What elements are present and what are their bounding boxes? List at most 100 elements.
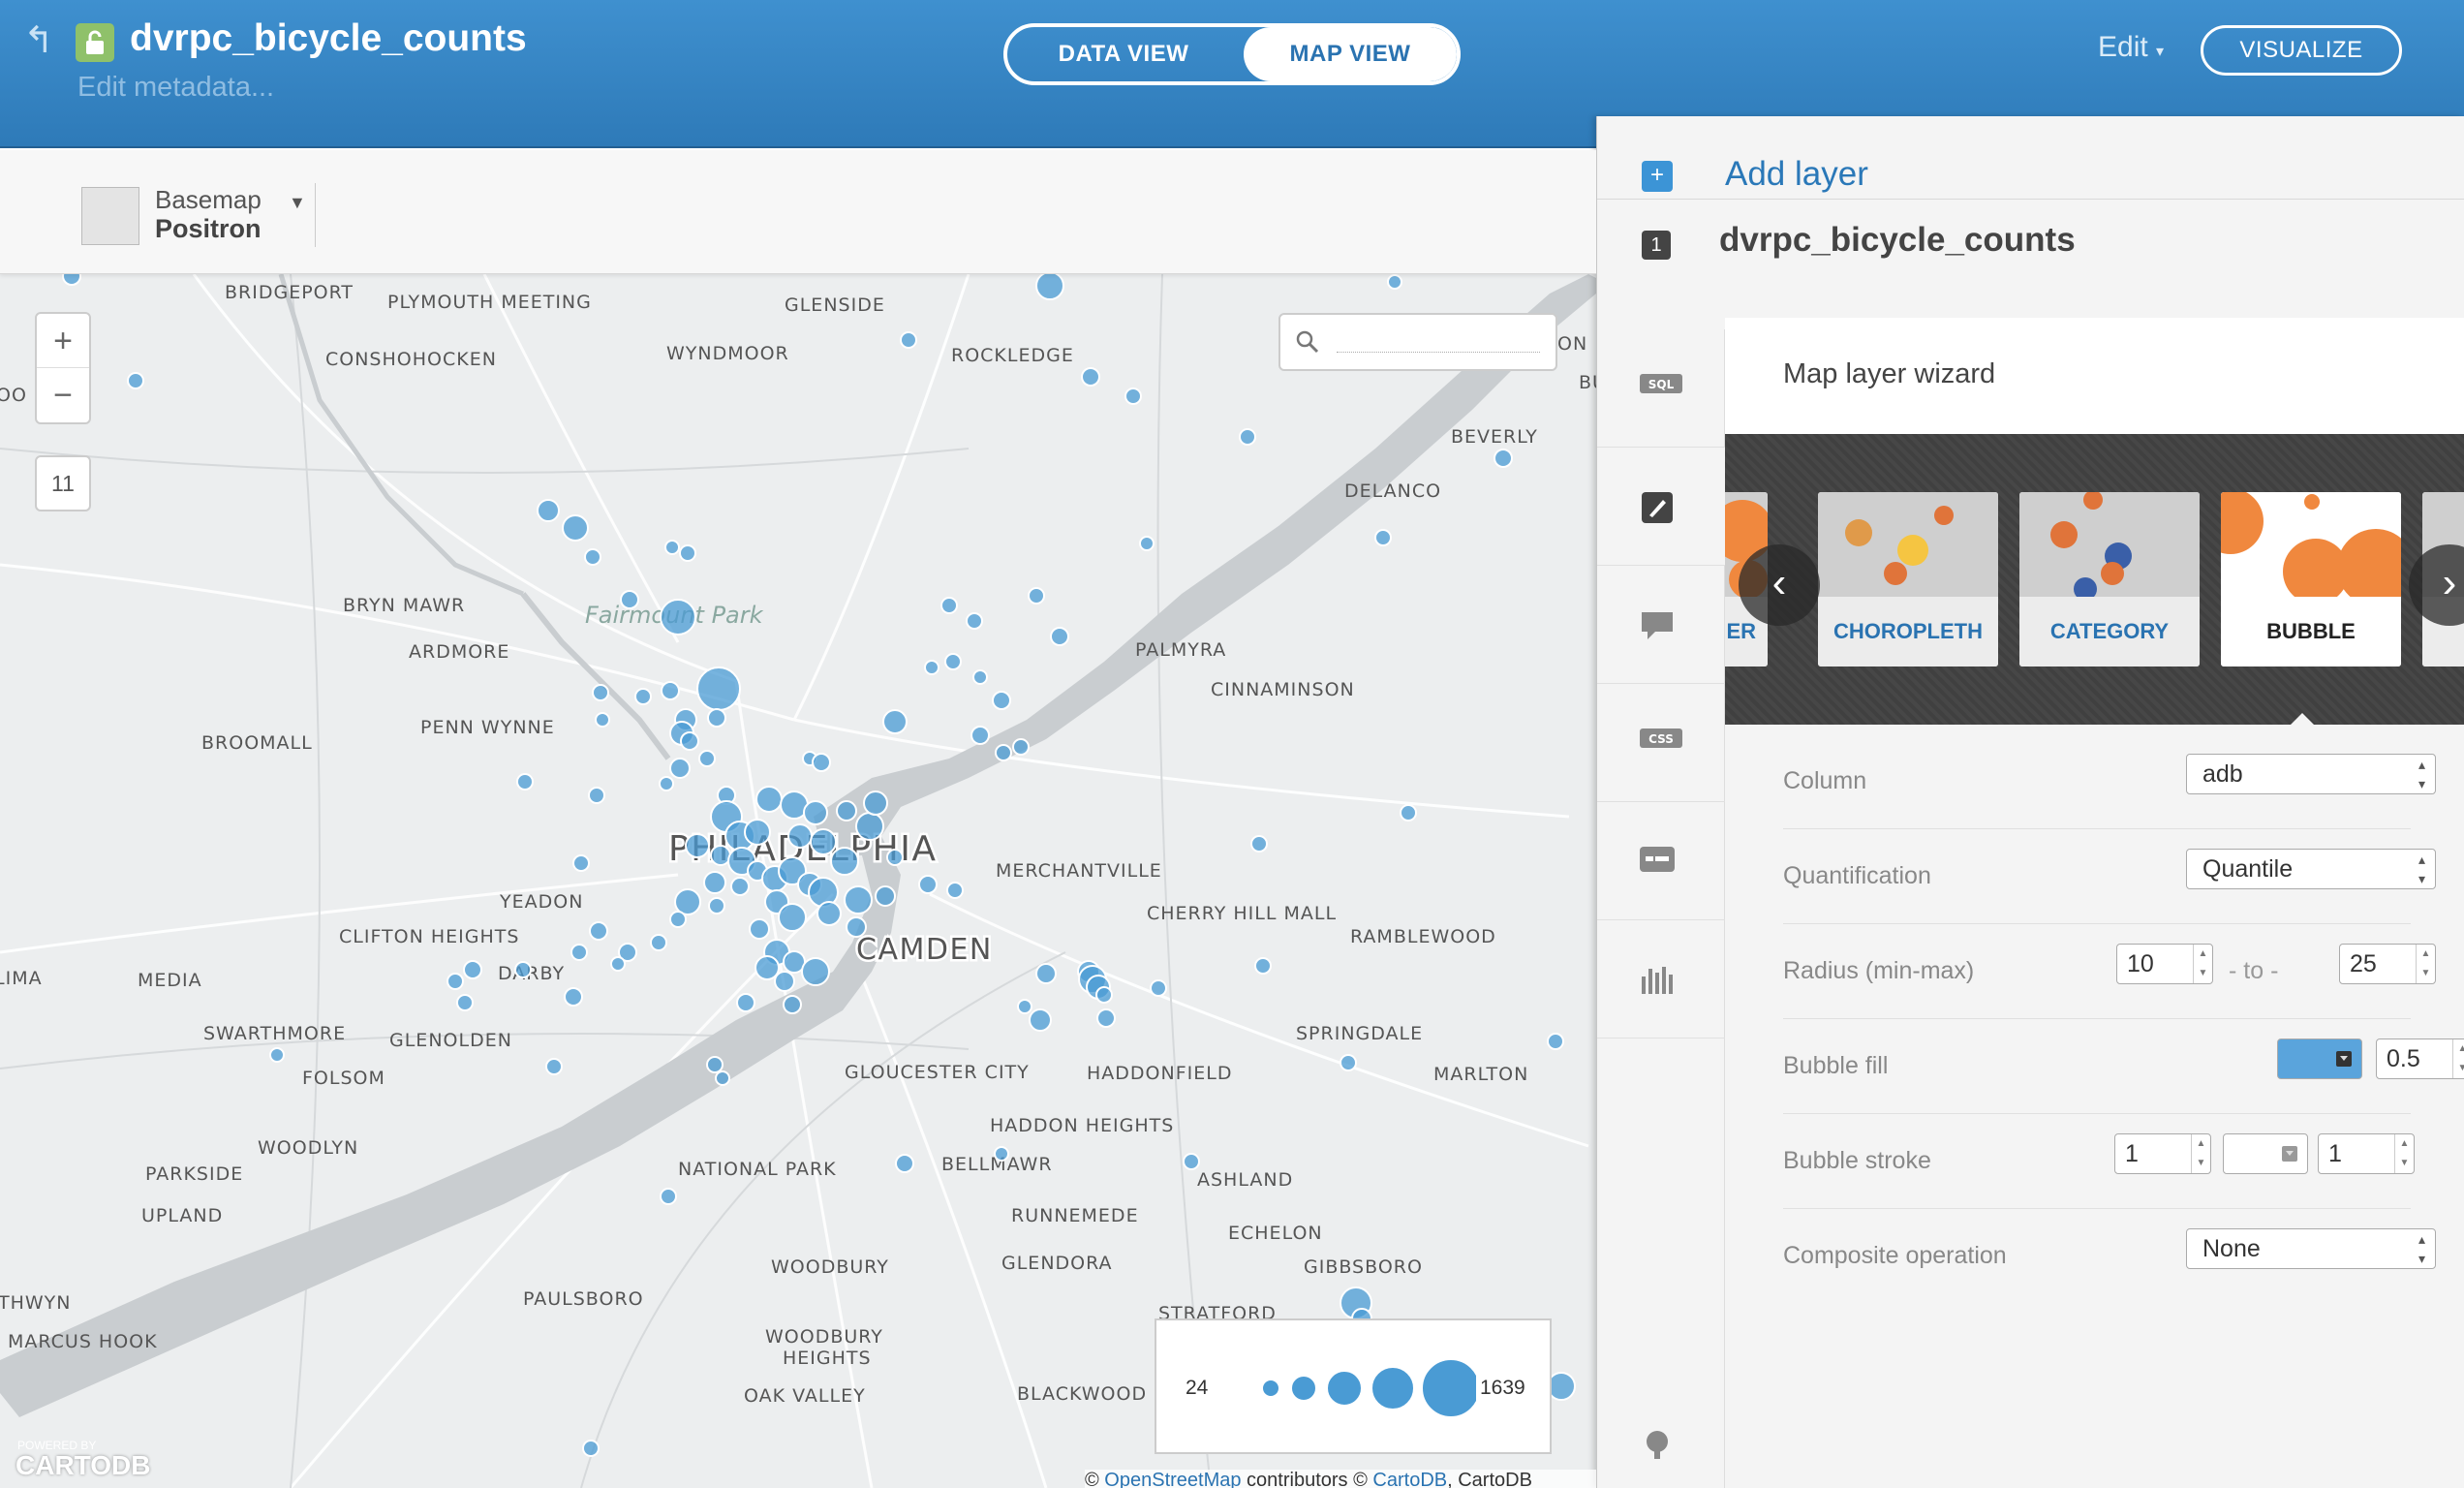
basemap-selector[interactable]: Positron bbox=[155, 214, 262, 244]
layer-name[interactable]: dvrpc_bicycle_counts bbox=[1719, 221, 2076, 260]
basemap-thumbnail[interactable] bbox=[81, 187, 139, 245]
sidebar-item-sql[interactable]: SQL bbox=[1597, 329, 1725, 448]
stepper-icon[interactable]: ▲ ▼ bbox=[2416, 945, 2435, 983]
map-bubble[interactable] bbox=[620, 590, 639, 609]
sidebar-item-css[interactable]: CSS bbox=[1597, 684, 1725, 802]
map-bubble[interactable] bbox=[924, 660, 939, 675]
radius-max-input[interactable]: 25 ▲ ▼ bbox=[2339, 944, 2436, 984]
map-bubble[interactable] bbox=[1254, 957, 1272, 975]
cartodb-link[interactable]: CartoDB bbox=[1372, 1470, 1447, 1488]
map-bubble[interactable] bbox=[1400, 804, 1417, 822]
map-bubble[interactable] bbox=[661, 681, 680, 700]
map-bubble[interactable] bbox=[1183, 1153, 1200, 1170]
map-bubble[interactable] bbox=[1374, 529, 1392, 546]
map-bubble[interactable] bbox=[463, 960, 482, 979]
map-bubble[interactable] bbox=[1017, 999, 1032, 1014]
map-bubble[interactable] bbox=[875, 885, 896, 907]
carousel-prev-button[interactable]: ‹ bbox=[1739, 544, 1820, 626]
map-bubble[interactable] bbox=[846, 916, 867, 938]
map-bubble[interactable] bbox=[1035, 274, 1064, 300]
map-bubble[interactable] bbox=[708, 897, 725, 914]
map-bubble[interactable] bbox=[715, 1070, 730, 1086]
osm-link[interactable]: OpenStreetMap bbox=[1104, 1470, 1241, 1488]
fill-color-picker[interactable] bbox=[2277, 1038, 2362, 1079]
cartodb-logo[interactable]: CARTODB bbox=[15, 1450, 150, 1481]
edit-menu[interactable]: Edit ▾ bbox=[2098, 31, 2164, 64]
stepper-icon[interactable]: ▲ ▼ bbox=[2193, 945, 2212, 983]
edit-metadata-link[interactable]: Edit metadata... bbox=[77, 72, 274, 104]
zoom-out-button[interactable]: − bbox=[37, 368, 89, 422]
map-bubble[interactable] bbox=[570, 944, 588, 961]
map-bubble[interactable] bbox=[269, 1047, 285, 1063]
map-bubble[interactable] bbox=[589, 921, 608, 941]
map-bubble[interactable] bbox=[680, 731, 699, 751]
viz-type-category[interactable]: CATEGORY bbox=[2019, 492, 2200, 666]
map-bubble[interactable] bbox=[679, 544, 696, 562]
stroke-opacity-input[interactable]: 1 ▲ ▼ bbox=[2318, 1133, 2415, 1174]
map-bubble[interactable] bbox=[774, 971, 795, 992]
sidebar-item-legend[interactable] bbox=[1597, 802, 1725, 920]
map-bubble[interactable] bbox=[669, 758, 691, 779]
map-bubble[interactable] bbox=[588, 787, 605, 804]
map-bubble[interactable] bbox=[685, 833, 710, 858]
composite-select[interactable]: None ▴ ▾ bbox=[2186, 1228, 2436, 1269]
map-bubble[interactable] bbox=[1494, 449, 1513, 468]
map-bubble[interactable] bbox=[1050, 627, 1069, 646]
map-bubble[interactable] bbox=[514, 961, 532, 978]
stepper-icon[interactable]: ▲ ▼ bbox=[2394, 1134, 2414, 1173]
map-bubble[interactable] bbox=[886, 849, 904, 866]
map-bubble[interactable] bbox=[994, 1146, 1009, 1162]
map-bubble[interactable] bbox=[940, 597, 958, 614]
map-bubble[interactable] bbox=[634, 688, 652, 705]
table-title[interactable]: dvrpc_bicycle_counts bbox=[130, 17, 527, 60]
visualize-button[interactable]: VISUALIZE bbox=[2201, 25, 2402, 76]
map-bubble[interactable] bbox=[801, 957, 830, 986]
map-bubble[interactable] bbox=[992, 691, 1011, 710]
sidebar-item-wizard[interactable] bbox=[1597, 448, 1725, 566]
map-bubble[interactable] bbox=[669, 911, 687, 928]
quantification-select[interactable]: Quantile ▴ ▾ bbox=[2186, 849, 2436, 889]
add-layer-button[interactable]: + Add layer bbox=[1597, 116, 2464, 200]
map-bubble[interactable] bbox=[1012, 738, 1030, 756]
radius-min-input[interactable]: 10 ▲ ▼ bbox=[2116, 944, 2213, 984]
map-bubble[interactable] bbox=[703, 871, 726, 894]
map-bubble[interactable] bbox=[572, 854, 590, 872]
viz-type-choropleth[interactable]: CHOROPLETH bbox=[1818, 492, 1998, 666]
map-bubble[interactable] bbox=[1340, 1054, 1357, 1071]
map-bubble[interactable] bbox=[882, 709, 908, 734]
map-bubble[interactable] bbox=[1547, 1372, 1576, 1401]
map-bubble[interactable] bbox=[1250, 835, 1268, 852]
map-bubble[interactable] bbox=[610, 956, 626, 972]
map-bubble[interactable] bbox=[1096, 1008, 1116, 1028]
column-select[interactable]: adb ▴ ▾ bbox=[2186, 754, 2436, 794]
layer-header[interactable]: 1 dvrpc_bicycle_counts bbox=[1597, 200, 2464, 296]
stepper-icon[interactable]: ▲ ▼ bbox=[2452, 1039, 2464, 1078]
tab-data-view[interactable]: DATA VIEW bbox=[1007, 27, 1240, 81]
map-bubble[interactable] bbox=[895, 1154, 914, 1173]
map-bubble[interactable] bbox=[1029, 1008, 1052, 1032]
map-bubble[interactable] bbox=[944, 653, 962, 670]
map-bubble[interactable] bbox=[660, 599, 696, 636]
map-bubble[interactable] bbox=[1081, 367, 1100, 387]
map-bubble[interactable] bbox=[755, 955, 780, 980]
map-bubble[interactable] bbox=[562, 514, 589, 542]
map-bubble[interactable] bbox=[447, 973, 464, 990]
map-canvas[interactable]: Basemap Positron ▼ BRIDGEPORT PLYMOUTH M… bbox=[0, 150, 1596, 1488]
map-bubble[interactable] bbox=[730, 877, 750, 896]
map-bubble[interactable] bbox=[830, 847, 859, 876]
map-bubble[interactable] bbox=[918, 875, 938, 894]
map-bubble[interactable] bbox=[855, 812, 884, 841]
zoom-in-button[interactable]: + bbox=[37, 314, 89, 368]
map-search-input[interactable] bbox=[1278, 313, 1557, 371]
stroke-color-picker[interactable] bbox=[2223, 1133, 2308, 1174]
map-bubble[interactable] bbox=[863, 790, 888, 816]
map-bubble[interactable] bbox=[995, 744, 1012, 761]
map-bubble[interactable] bbox=[810, 828, 837, 855]
map-bubble[interactable] bbox=[582, 1440, 600, 1457]
filter-icon[interactable] bbox=[1640, 1426, 1675, 1461]
map-bubble[interactable] bbox=[584, 548, 601, 566]
map-bubble[interactable] bbox=[127, 372, 144, 389]
map-bubble[interactable] bbox=[516, 773, 534, 790]
fill-opacity-input[interactable]: 0.5 ▲ ▼ bbox=[2376, 1038, 2464, 1079]
map-bubble[interactable] bbox=[970, 726, 990, 745]
